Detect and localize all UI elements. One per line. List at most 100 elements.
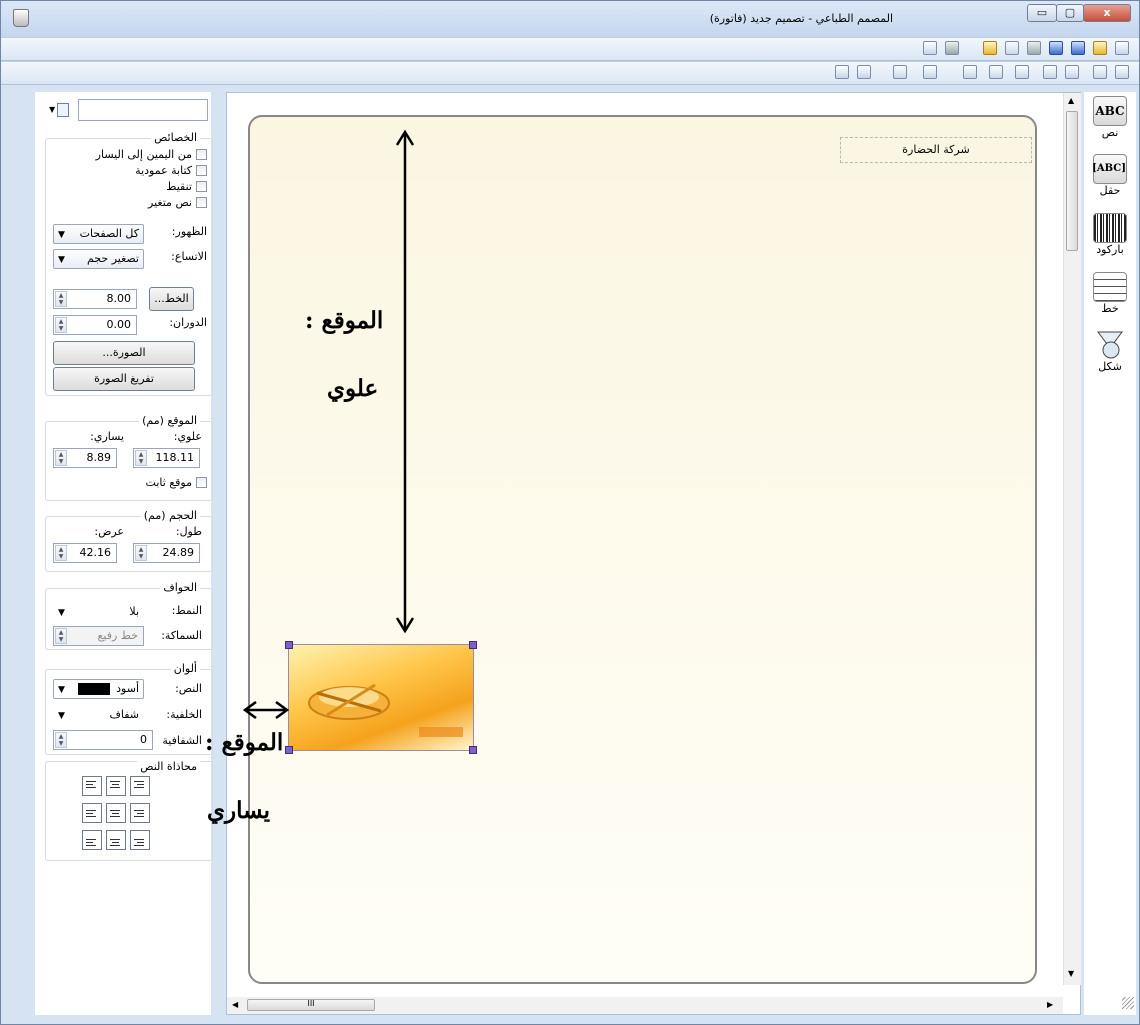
align-top-center-button[interactable]: [106, 776, 126, 796]
align-top-right-button[interactable]: [130, 776, 150, 796]
minimize-button[interactable]: ▭: [1027, 4, 1057, 22]
height-spinner[interactable]: ▲ ▼ 24.89: [133, 543, 200, 563]
thickness-value: خط رفيع: [97, 629, 138, 642]
app-icon[interactable]: [13, 9, 29, 27]
align-middle-center-button[interactable]: [106, 803, 126, 823]
spinner-arrows-icon[interactable]: ▲ ▼: [55, 317, 67, 333]
visibility-select[interactable]: كل الصفحات ▼: [53, 224, 144, 244]
open-folder-icon[interactable]: [1093, 41, 1107, 55]
spinner-arrows-icon[interactable]: ▲ ▼: [55, 628, 67, 644]
print-icon[interactable]: [945, 41, 959, 55]
image-button[interactable]: الصورة...: [53, 341, 195, 365]
new-file-icon[interactable]: [1115, 41, 1129, 55]
design-canvas[interactable]: شركة الحضارة ▲ ▼ ◀ III ▶: [226, 92, 1081, 1015]
fixed-position-label: موقع ثابت: [145, 476, 192, 489]
resize-handle-bottom-right[interactable]: [469, 746, 477, 754]
resize-handle-top-left[interactable]: [285, 641, 293, 649]
company-text-element[interactable]: شركة الحضارة: [840, 137, 1032, 163]
dotted-checkbox[interactable]: [196, 181, 207, 192]
rotation-spinner[interactable]: ▲ ▼ 0.00: [53, 315, 137, 335]
top-label: علوي:: [173, 430, 202, 443]
overflow-label: الاتساع:: [171, 250, 207, 263]
top-position-annotation-value: علوي: [327, 375, 379, 402]
spinner-arrows-icon[interactable]: ▲ ▼: [55, 732, 67, 748]
report-page[interactable]: شركة الحضارة: [248, 115, 1037, 984]
spinner-arrows-icon[interactable]: ▲ ▼: [135, 450, 147, 466]
chevron-down-icon: ▼: [58, 608, 65, 618]
thickness-spinner[interactable]: ▲ ▼ خط رفيع: [53, 626, 144, 646]
vertical-text-checkbox[interactable]: [196, 165, 207, 176]
left-label: يساري:: [90, 430, 124, 443]
line-tool[interactable]: خط: [1089, 272, 1131, 315]
overflow-select[interactable]: تصغير حجم ▼: [53, 249, 144, 269]
center-on-page-icon[interactable]: [893, 65, 907, 79]
align-top-left-button[interactable]: [82, 776, 102, 796]
width-spinner[interactable]: ▲ ▼ 42.16: [53, 543, 117, 563]
center-horizontal-icon[interactable]: [1015, 65, 1029, 79]
rtl-checkbox[interactable]: [196, 149, 207, 160]
align-middle-right-button[interactable]: [130, 803, 150, 823]
variable-text-checkbox[interactable]: [196, 197, 207, 208]
properties-panel: ▼ الخصائص من اليمين إلى اليسار كتابة عمو…: [35, 92, 213, 1015]
scroll-up-icon[interactable]: ▲: [1068, 96, 1074, 105]
spinner-arrows-icon[interactable]: ▲ ▼: [55, 545, 67, 561]
font-size-spinner[interactable]: ▲ ▼ 8.00: [53, 289, 137, 309]
opacity-spinner[interactable]: ▲ ▼ 0: [53, 730, 153, 750]
left-position-spinner[interactable]: ▲ ▼ 8.89: [53, 448, 117, 468]
align-left-edges-icon[interactable]: [1093, 65, 1107, 79]
horizontal-scroll-thumb[interactable]: III: [247, 999, 375, 1011]
maximize-button[interactable]: ▢: [1056, 4, 1084, 22]
fixed-position-checkbox[interactable]: [196, 477, 207, 488]
copy-icon[interactable]: [1005, 41, 1019, 55]
selected-image-element[interactable]: [285, 641, 477, 754]
text-tool[interactable]: ABC نص: [1089, 96, 1131, 139]
save-icon[interactable]: [1071, 41, 1085, 55]
print-preview-icon[interactable]: [923, 41, 937, 55]
align-bottom-edges-icon[interactable]: [1043, 65, 1057, 79]
element-selector[interactable]: [78, 99, 208, 121]
distribute-vertical-icon[interactable]: [923, 65, 937, 79]
send-to-back-icon[interactable]: [835, 65, 849, 79]
spinner-arrows-icon[interactable]: ▲ ▼: [55, 450, 67, 466]
horizontal-scrollbar[interactable]: ◀ III ▶: [227, 997, 1063, 1014]
element-selector-dropdown[interactable]: ▼: [49, 103, 73, 117]
cut-icon[interactable]: [1027, 41, 1041, 55]
align-right-edges-icon[interactable]: [1115, 65, 1129, 79]
font-button[interactable]: الخط...: [149, 287, 194, 311]
resize-handle-bottom-left[interactable]: [285, 746, 293, 754]
background-select[interactable]: شفاف ▼: [53, 705, 144, 725]
save-as-icon[interactable]: [1049, 41, 1063, 55]
align-bottom-left-button[interactable]: [82, 830, 102, 850]
bring-to-front-icon[interactable]: [857, 65, 871, 79]
align-bottom-center-button[interactable]: [106, 830, 126, 850]
vertical-scroll-thumb[interactable]: [1066, 111, 1078, 251]
shape-tool[interactable]: شكل: [1089, 330, 1131, 373]
resize-grip-icon[interactable]: [1122, 997, 1134, 1009]
spinner-arrows-icon[interactable]: ▲ ▼: [135, 545, 147, 561]
barcode-tool[interactable]: باركود: [1089, 213, 1131, 256]
align-top-edges-icon[interactable]: [1065, 65, 1079, 79]
clear-image-button[interactable]: تفريغ الصورة: [53, 367, 195, 391]
align-middle-left-button[interactable]: [82, 803, 102, 823]
top-position-arrow: [395, 129, 415, 634]
text-color-select[interactable]: أسود ▼: [53, 679, 144, 699]
line-icon: [1093, 272, 1127, 302]
vertical-text-label: كتابة عمودية: [135, 164, 192, 177]
border-style-select[interactable]: بلا ▼: [53, 602, 144, 622]
scroll-right-icon[interactable]: ▶: [1047, 1000, 1053, 1009]
spinner-arrows-icon[interactable]: ▲ ▼: [55, 291, 67, 307]
logo-image: [308, 683, 463, 737]
scroll-left-icon[interactable]: ◀: [232, 1000, 238, 1009]
vertical-scrollbar[interactable]: ▲ ▼: [1063, 93, 1081, 985]
align-bottom-right-button[interactable]: [130, 830, 150, 850]
scroll-down-icon[interactable]: ▼: [1068, 969, 1074, 978]
text-tool-label: نص: [1101, 126, 1119, 139]
paste-icon[interactable]: [983, 41, 997, 55]
resize-handle-top-right[interactable]: [469, 641, 477, 649]
close-button[interactable]: x: [1083, 4, 1131, 22]
field-tool[interactable]: [ABC] حقل: [1089, 154, 1131, 197]
distribute-horizontal-icon[interactable]: [963, 65, 977, 79]
center-vertical-icon[interactable]: [989, 65, 1003, 79]
top-position-spinner[interactable]: ▲ ▼ 118.11: [133, 448, 200, 468]
line-tool-label: خط: [1101, 302, 1119, 315]
